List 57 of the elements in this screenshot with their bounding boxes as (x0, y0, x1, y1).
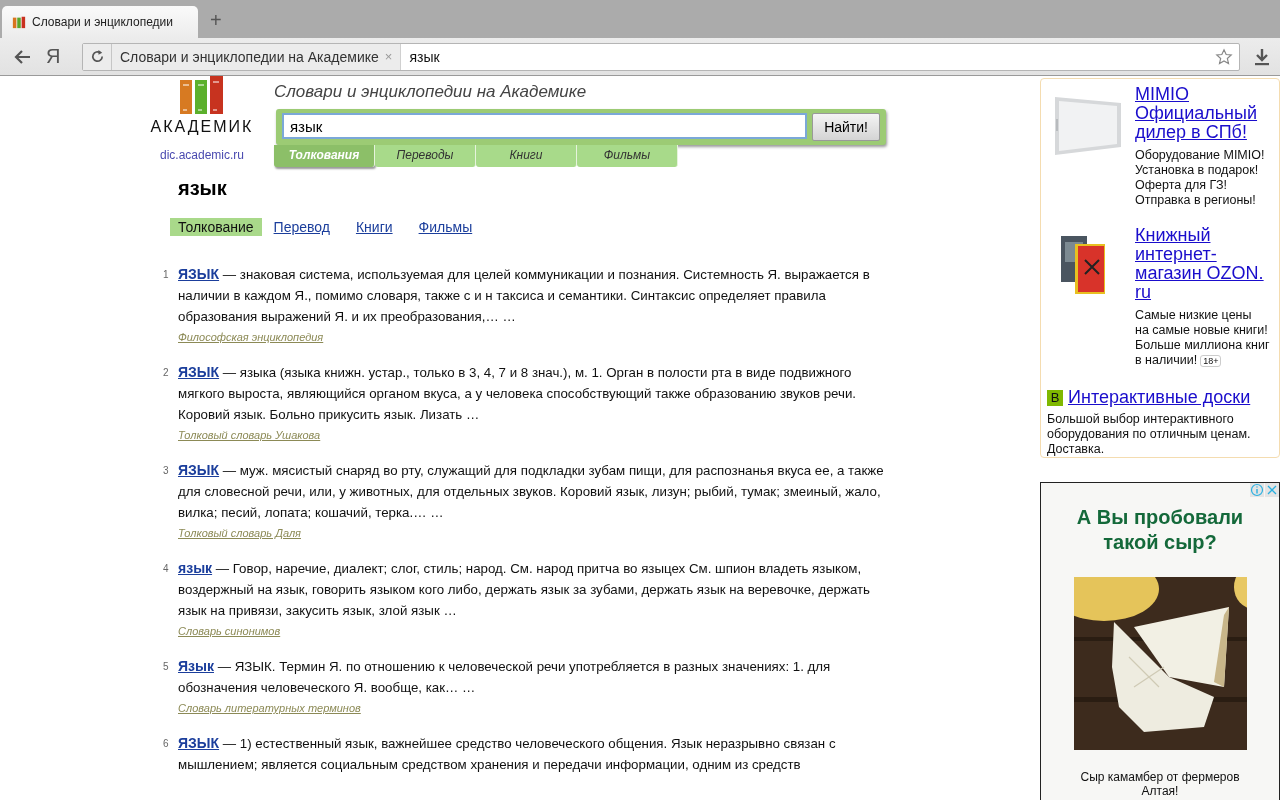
domain-link[interactable]: dic.academic.ru (159, 148, 244, 162)
ad-text: Оборудование MIMIO! Установка в подарок! Оферта для ГЗ! Отправка в регионы! (1135, 148, 1266, 208)
address-query: язык (408, 48, 441, 65)
ad-text: Самые низкие цены на самые новые книги! Больше миллиона книг в наличии! 18+ (1135, 308, 1271, 369)
ad-title-link[interactable]: Книжный интернет- магазин OZON. ru (1135, 226, 1271, 302)
ad-title-link[interactable]: Интерактивные доски (1068, 387, 1251, 408)
result-number: 3 (163, 464, 170, 478)
result-text: язык — Говор, наречие, диалект; слог, стиль; народ. См. народ притча во языцех См. шпион владеть языком, воздержный на язык, говорить языком кого либо, держать язык за зубами, держать язык на веревочке, держать язык на привязи, закусить язык, злой язык … (178, 559, 871, 620)
star-icon[interactable] (1215, 47, 1233, 66)
search-tab[interactable]: Фильмы (577, 145, 678, 167)
ad-title-link[interactable]: MIMIO Официальный дилер в СПб! (1135, 85, 1271, 142)
banner-heading: А Вы пробовали такой сыр? (1075, 505, 1245, 555)
result-number: 1 (163, 268, 170, 282)
term-link[interactable]: ЯЗЫК (178, 462, 220, 478)
result-number: 5 (163, 660, 170, 674)
source-link[interactable]: Толковый словарь Даля (178, 527, 301, 539)
source-link[interactable]: Философская энциклопедия (178, 331, 324, 343)
search-field[interactable]: язык (282, 113, 808, 139)
age-rating: 18+ (1200, 355, 1222, 367)
ad-text: Большой выбор интерактивного оборудования по отличным ценам. Доставка. (1047, 412, 1252, 457)
section-link[interactable]: Фильмы (414, 218, 477, 236)
search-tab[interactable]: Переводы (375, 145, 476, 167)
section-link[interactable]: Толкование (170, 218, 262, 236)
result-text: ЯЗЫК — 1) естественный язык, важнейшее средство человеческого общения. Язык неразрывно связан с мышлением; является социальным средством хранения и передачи информации, одним из средств (178, 734, 837, 774)
source-link[interactable]: Словарь синонимов (178, 625, 281, 637)
result-number: 6 (163, 737, 170, 751)
source-link[interactable]: Словарь литературных терминов (178, 702, 361, 714)
term-link[interactable]: ЯЗЫК (178, 266, 220, 282)
result-number: 2 (163, 366, 170, 380)
page-title-chip: Словари и энциклопедии на Академике (112, 43, 379, 70)
source-link[interactable]: Толковый словарь Ушакова (178, 429, 321, 441)
section-link[interactable]: Перевод (269, 218, 334, 236)
site-heading: Словари и энциклопедии на Академике (274, 82, 588, 102)
books-logo-icon (178, 76, 226, 114)
result-text: Язык — ЯЗЫК. Термин Я. по отношению к человеческой речи употребляется в разных значениях: 1. для обозначения человеческого Я. вообще, как… … (178, 657, 832, 697)
logo-text: АКАДЕМИК (150, 118, 254, 136)
term-link[interactable]: Язык (178, 658, 214, 674)
term-link[interactable]: ЯЗЫК (178, 364, 220, 380)
section-link[interactable]: Книги (351, 218, 397, 236)
term-link[interactable]: язык (178, 560, 213, 576)
result-text: ЯЗЫК — знаковая система, используемая для целей коммуникации и познания. Системность Я. выражается в наличии в каждом Я., помимо словаря, также с и н таксиса и семантики. Синтаксис определяет правила образования выражений Я. и их преобразования,… … (178, 265, 871, 326)
result-number: 4 (163, 562, 170, 576)
term-link[interactable]: ЯЗЫК (178, 735, 220, 751)
browser-tab[interactable]: Словари и энциклопедии (2, 6, 198, 38)
search-button[interactable]: Найти! (812, 113, 880, 141)
back-icon[interactable] (14, 48, 32, 65)
address-bar[interactable]: Словари и энциклопедии на Академике × язык (82, 42, 1240, 71)
books-icon (12, 15, 26, 29)
result-text: ЯЗЫК — муж. мясистый снаряд во рту, служащий для подкладки зубам пищи, для распознанья вкуса ее, а также для словесной речи, или, у животных, для отдельных звуков. Коровий язык, лизун; рыбий, тумак; змеиный, жало, вилка; песий, лопата; кошачий, терка.… … (178, 461, 885, 522)
reload-icon[interactable] (89, 49, 105, 64)
download-icon[interactable] (1254, 47, 1270, 66)
banner-caption: Сыр камамбер от фермеров Алтая! (1079, 770, 1241, 798)
result-text: ЯЗЫК — языка (языка книжн. устар., только в 3, 4, 7 и 8 знач.), м. 1. Орган в полости рта в виде подвижного мягкого выроста, являющийся органом вкуса, а у человека способствующий также образованию звуков речи. Коровий язык. Больно прикусить язык. Лизать … (178, 363, 858, 424)
word-heading: язык (178, 177, 228, 200)
search-tab[interactable]: Книги (476, 145, 577, 167)
yandex-button[interactable]: Я (46, 45, 68, 68)
letter-badge: В (1047, 389, 1063, 406)
